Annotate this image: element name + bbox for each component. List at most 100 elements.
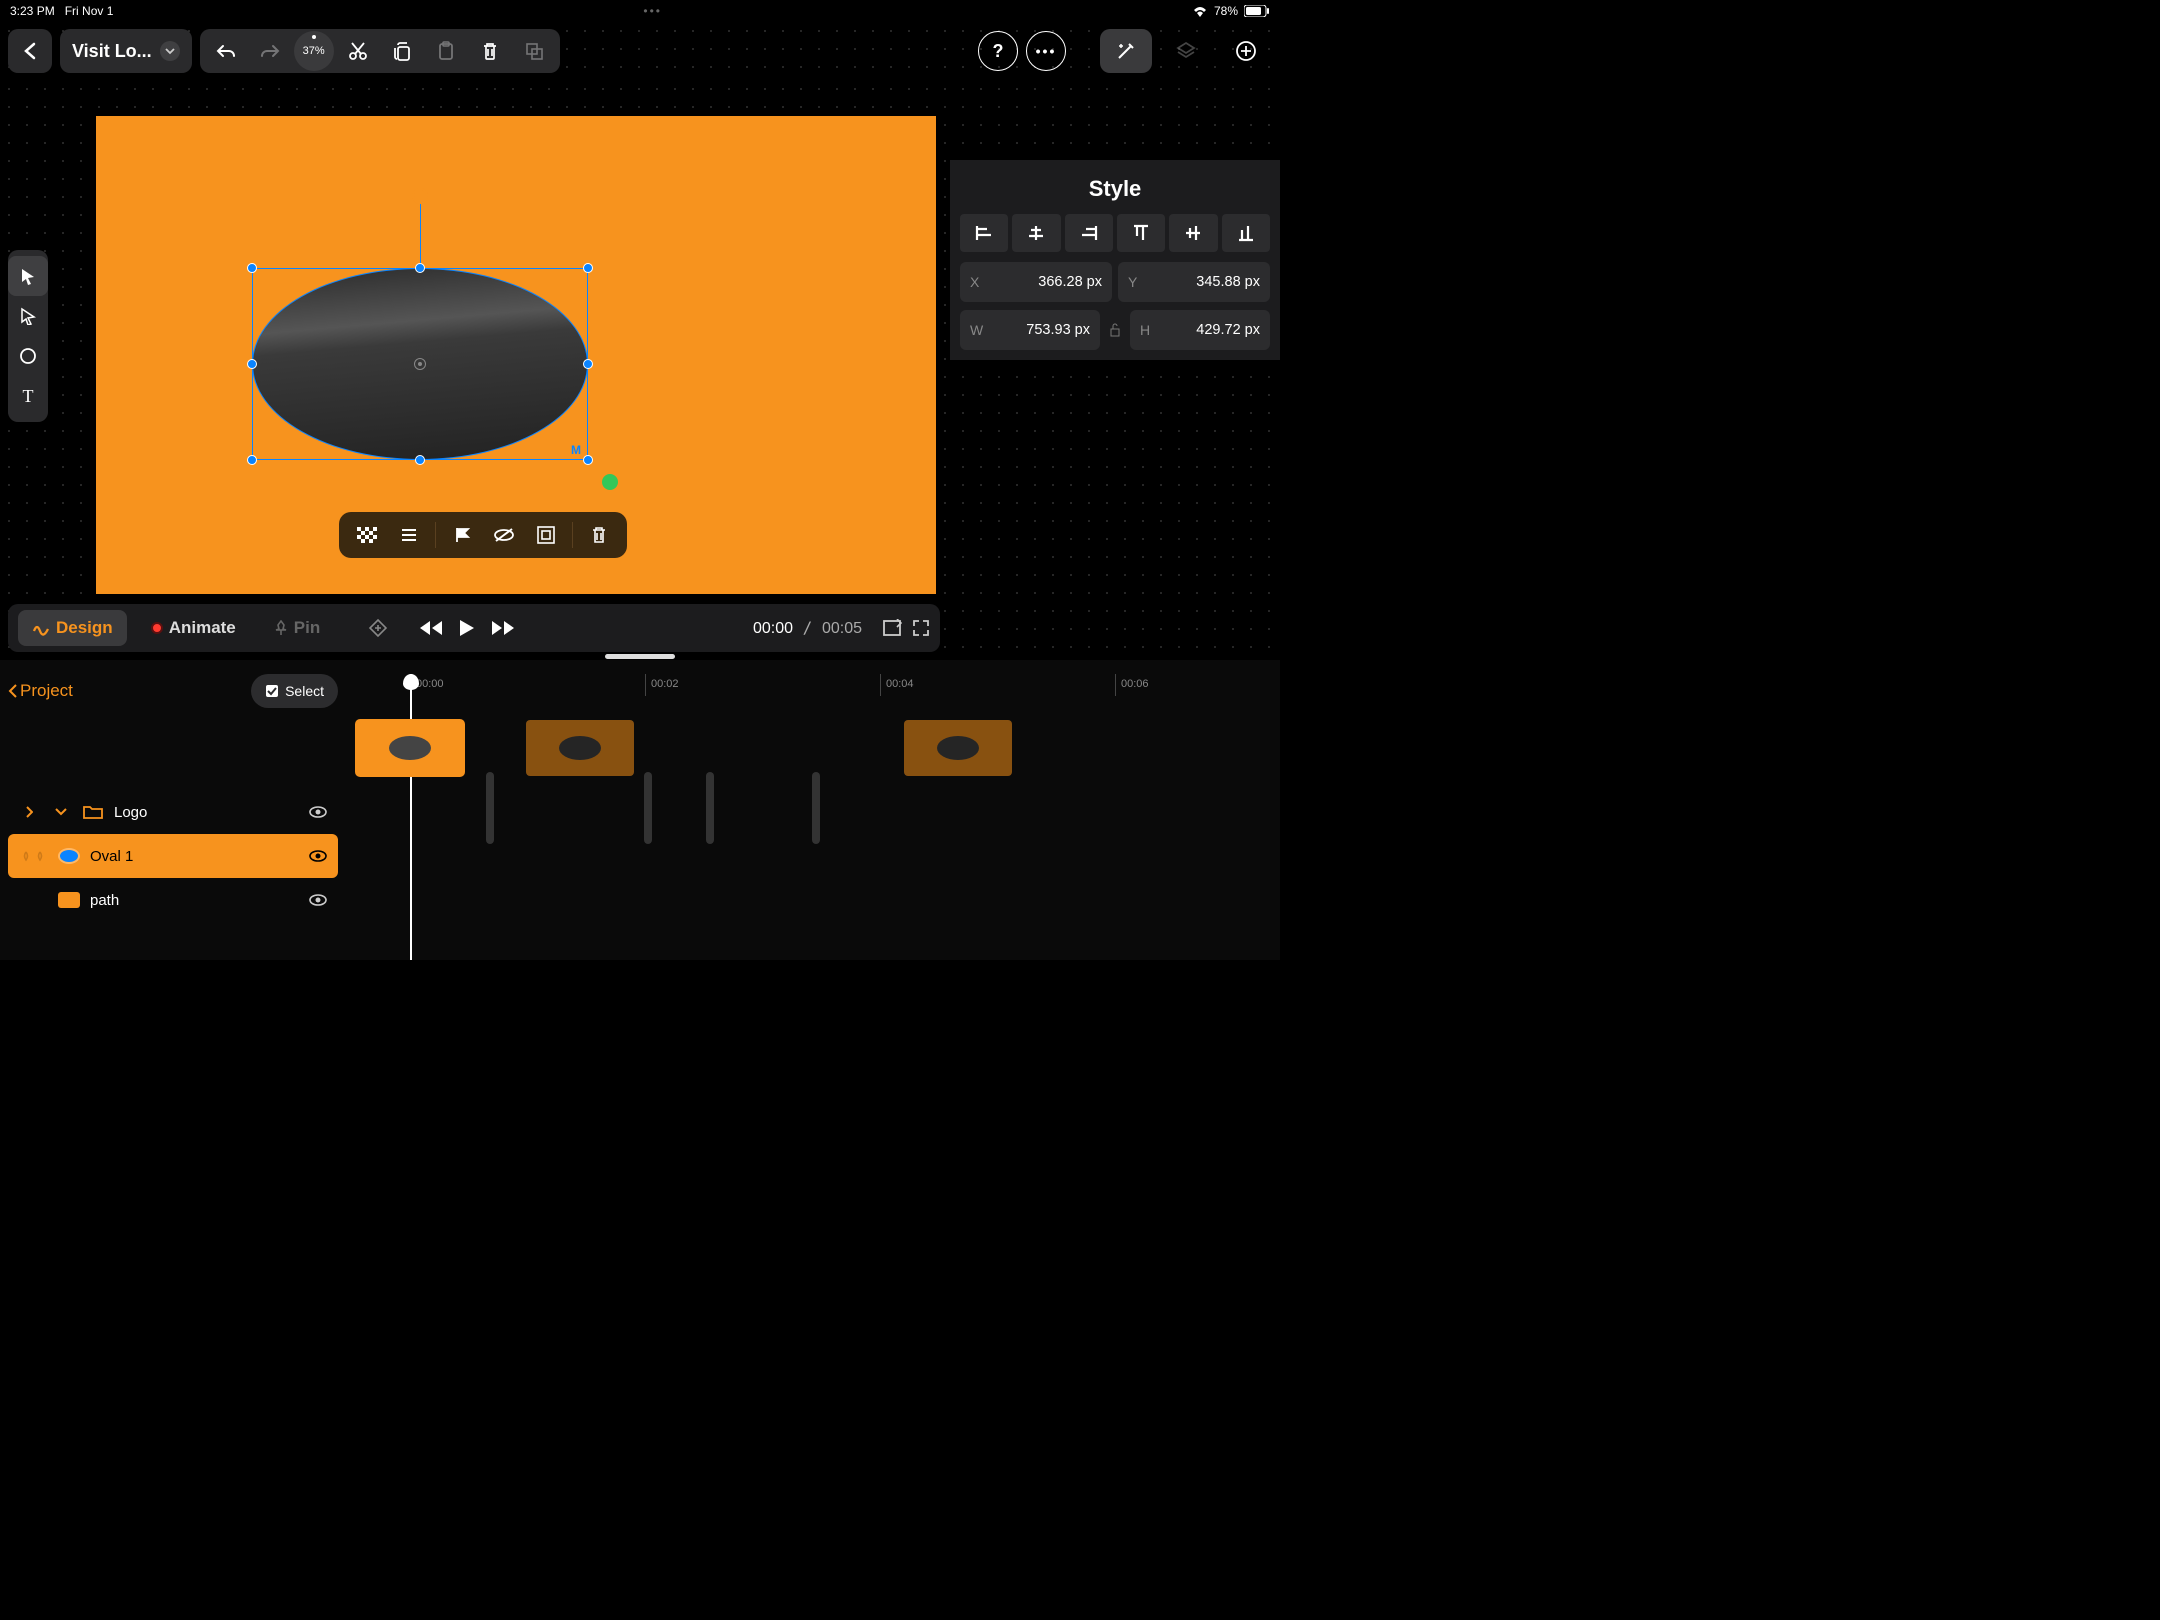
cut-button[interactable] [338,31,378,71]
visibility-toggle[interactable] [486,517,522,553]
timeline-tracks[interactable]: 00:00 00:02 00:04 00:06 [350,660,1280,960]
h-input[interactable]: H429.72 px [1130,310,1270,350]
playhead[interactable] [410,674,412,960]
scene-thumb-2[interactable] [526,720,634,776]
motion-path-handle[interactable] [602,474,618,490]
chevron-down-icon[interactable] [50,808,72,816]
edit-actions-group: 37% [200,29,560,73]
add-keyframe-button[interactable] [368,618,388,638]
y-input[interactable]: Y345.88 px [1118,262,1270,302]
multitask-dots-icon[interactable]: ••• [113,4,1192,18]
layer-row-oval[interactable]: Oval 1 [8,834,338,878]
undo-button[interactable] [206,31,246,71]
loop-button[interactable] [882,619,902,637]
timeline-ruler[interactable]: 00:00 00:02 00:04 00:06 [350,660,1280,696]
rotation-line [420,196,421,268]
handle-se[interactable] [583,455,593,465]
rotation-handle[interactable] [412,188,428,204]
arrange-button[interactable] [391,517,427,553]
chevron-down-icon [160,41,180,61]
timeline-panel: Project Select Logo Oval 1 path [0,660,1280,960]
transition-handle-3[interactable] [706,772,714,844]
text-tool[interactable]: T [8,376,48,416]
handle-sw[interactable] [247,455,257,465]
design-mode-button[interactable]: Design [18,610,127,646]
selection-bounds: M [252,268,588,460]
select-mode-button[interactable]: Select [251,674,338,708]
handle-ne[interactable] [583,263,593,273]
visibility-icon[interactable] [308,805,328,819]
scribble-icon [32,619,50,637]
animate-mode-button[interactable]: Animate [137,610,250,646]
align-right-button[interactable] [1065,214,1113,252]
play-button[interactable] [458,618,476,638]
layer-list: Logo Oval 1 path [8,790,338,922]
fast-forward-button[interactable] [490,619,516,637]
checkbox-icon [265,684,279,698]
transition-handle-2[interactable] [644,772,652,844]
direct-select-tool[interactable] [8,296,48,336]
handle-s[interactable] [415,455,425,465]
x-input[interactable]: X366.28 px [960,262,1112,302]
transition-handle-1[interactable] [486,772,494,844]
flag-button[interactable] [444,517,480,553]
project-title-chip[interactable]: Visit Lo... [60,29,192,73]
tool-strip: T [8,250,48,422]
align-center-h-button[interactable] [1012,214,1060,252]
panel-drag-handle[interactable] [605,654,675,659]
shape-tool[interactable] [8,336,48,376]
w-input[interactable]: W753.93 px [960,310,1100,350]
group-button[interactable] [528,517,564,553]
delete-button[interactable] [470,31,510,71]
align-center-v-button[interactable] [1169,214,1217,252]
transition-handle-4[interactable] [812,772,820,844]
selected-oval[interactable]: M [252,268,588,460]
visibility-icon[interactable] [308,849,328,863]
scene-thumbnails [350,720,1280,780]
layer-row-path[interactable]: path [8,878,338,922]
mask-button[interactable] [349,517,385,553]
scene-thumb-1[interactable] [356,720,464,776]
chevron-right-icon[interactable] [18,806,40,818]
align-bottom-button[interactable] [1222,214,1270,252]
artboard[interactable]: M [96,116,936,594]
handle-e[interactable] [583,359,593,369]
redo-button[interactable] [250,31,290,71]
handle-nw[interactable] [247,263,257,273]
visibility-icon[interactable] [308,893,328,907]
fullscreen-button[interactable] [912,619,930,637]
align-top-button[interactable] [1117,214,1165,252]
paste-button[interactable] [426,31,466,71]
help-button[interactable]: ? [978,31,1018,71]
rewind-button[interactable] [418,619,444,637]
delete-context-button[interactable] [581,517,617,553]
project-title: Visit Lo... [72,41,152,62]
rect-icon [58,892,80,908]
canvas-viewport[interactable]: M [60,80,940,600]
duplicate-button[interactable] [514,31,554,71]
select-tool[interactable] [8,256,48,296]
alignment-row [960,214,1270,252]
back-button[interactable] [8,29,52,73]
more-menu-button[interactable]: ••• [1026,31,1066,71]
align-left-button[interactable] [960,214,1008,252]
status-date: Fri Nov 1 [65,4,114,18]
style-tab[interactable] [1100,29,1152,73]
layer-row-logo[interactable]: Logo [8,790,338,834]
add-button[interactable] [1220,29,1272,73]
record-icon [151,622,163,634]
layers-tab[interactable] [1160,29,1212,73]
mask-label: M [571,443,581,457]
pin-mode-button[interactable]: Pin [260,610,334,646]
copy-button[interactable] [382,31,422,71]
scene-thumb-3[interactable] [904,720,1012,776]
oval-icon [58,848,80,864]
zoom-indicator[interactable]: 37% [294,31,334,71]
handle-n[interactable] [415,263,425,273]
status-time: 3:23 PM [10,4,55,18]
handle-w[interactable] [247,359,257,369]
battery-icon [1244,5,1270,17]
time-display: 00:00 / 00:05 [753,618,862,638]
lock-aspect-button[interactable] [1106,310,1124,350]
project-back-link[interactable]: Project [8,681,73,701]
